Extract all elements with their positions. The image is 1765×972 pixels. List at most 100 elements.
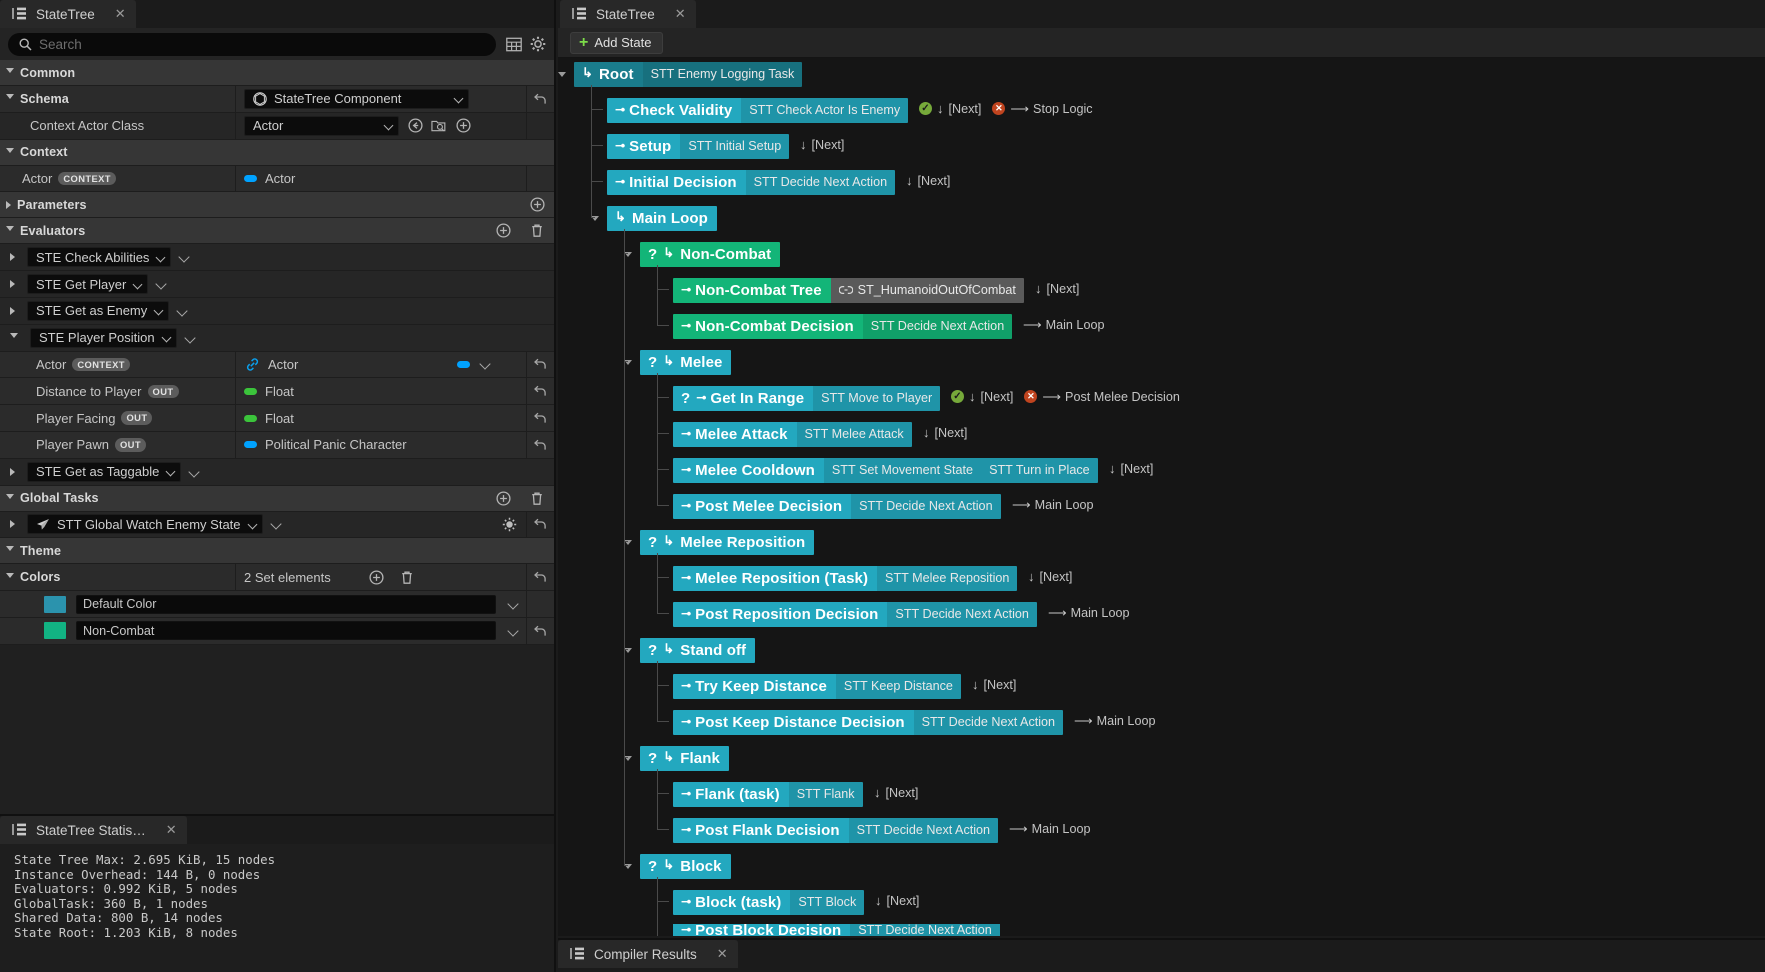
state-tree-canvas[interactable]: ↳ Root STT Enemy Logging Task −• Check Valid… — [558, 58, 1765, 936]
add-evaluator-button[interactable] — [486, 218, 520, 243]
state-node[interactable]: −• Post Keep Distance Decision STT Decide … — [673, 709, 1064, 735]
state-node[interactable]: ? ↳ Flank — [640, 745, 729, 771]
evaluator-row-0[interactable]: STE Check Abilities — [0, 244, 554, 272]
state-node-row[interactable]: ? ↳ Melee Reposition — [558, 528, 1765, 556]
color-swatch[interactable] — [44, 595, 66, 613]
tab-statetree-details[interactable]: StateTree ✕ — [0, 0, 136, 28]
close-icon[interactable]: ✕ — [675, 6, 686, 22]
state-node-row[interactable]: −• Melee Attack STT Melee Attack ↓ [Next] — [558, 420, 1765, 448]
expander-icon[interactable] — [624, 357, 636, 369]
state-node-row[interactable]: ↳ Main Loop — [558, 204, 1765, 232]
chevron-right-icon[interactable] — [10, 520, 15, 529]
transition-item[interactable]: ↓ [Next] — [874, 785, 918, 800]
link-binding-icon[interactable] — [244, 356, 260, 372]
close-icon[interactable]: ✕ — [717, 946, 728, 962]
expander-icon[interactable] — [558, 69, 570, 81]
reset-schema-button[interactable] — [526, 86, 554, 112]
evaluator-options-chevron-icon[interactable] — [175, 304, 189, 318]
transition-item[interactable]: ✓ ↓ [Next] — [951, 389, 1013, 404]
chevron-right-icon[interactable] — [10, 467, 15, 476]
delete-evaluators-button[interactable] — [520, 218, 554, 243]
transition-item[interactable]: ↓ [Next] — [923, 425, 967, 440]
chevron-down-icon[interactable] — [506, 624, 520, 638]
state-node[interactable]: ? ↳ Block — [640, 853, 731, 879]
state-node[interactable]: ? −• Get In Range STT Move to Player — [673, 385, 941, 411]
evaluator-dropdown[interactable]: STE Get as Taggable — [27, 461, 182, 482]
browse-asset-icon[interactable] — [431, 118, 447, 134]
chevron-down-icon[interactable] — [6, 94, 14, 103]
table-view-icon[interactable] — [506, 37, 522, 52]
chevron-down-icon[interactable] — [6, 493, 14, 503]
state-node-row[interactable]: ? ↳ Stand off — [558, 636, 1765, 664]
chevron-down-icon[interactable] — [506, 597, 520, 611]
state-node-row[interactable]: ? ↳ Flank — [558, 744, 1765, 772]
chevron-down-icon[interactable] — [6, 147, 14, 157]
state-node-row[interactable]: −• Initial Decision STT Decide Next Action… — [558, 168, 1765, 196]
expander-icon[interactable] — [624, 537, 636, 549]
global-task-row-0[interactable]: STT Global Watch Enemy State — [0, 511, 554, 539]
color-name-input[interactable]: Default Color — [76, 594, 496, 614]
state-node[interactable]: −• Post Block Decision STT Decide Next Act… — [673, 924, 1000, 936]
expander-icon[interactable] — [624, 753, 636, 765]
category-common[interactable]: Common — [0, 60, 554, 86]
category-context[interactable]: Context — [0, 139, 554, 166]
context-actor-class-dropdown[interactable]: Actor — [244, 115, 399, 136]
chevron-down-icon[interactable] — [6, 572, 14, 582]
global-task-debug-icon[interactable] — [492, 512, 526, 538]
transition-item[interactable]: ↓ [Next] — [800, 137, 844, 152]
evaluator-options-chevron-icon[interactable] — [183, 331, 197, 345]
reset-property-button[interactable] — [526, 378, 554, 405]
expander-icon[interactable] — [624, 249, 636, 261]
chevron-down-icon[interactable] — [478, 357, 492, 371]
color-name-input[interactable]: Non-Combat — [76, 621, 496, 641]
state-node-row[interactable]: −• Post Block Decision STT Decide Next Act… — [558, 924, 1765, 936]
state-node[interactable]: −• Check Validity STT Check Actor Is Enemy — [607, 97, 909, 123]
transition-item[interactable]: ✕ ⟶ Post Melee Decision — [1024, 389, 1180, 405]
transition-item[interactable]: ⟶ Main Loop — [1009, 821, 1090, 837]
evaluator-options-chevron-icon[interactable] — [177, 250, 191, 264]
state-node[interactable]: −• Post Melee Decision STT Decide Next Act… — [673, 493, 1001, 519]
state-node[interactable]: ? ↳ Melee Reposition — [640, 529, 815, 555]
search-input[interactable]: Search — [8, 32, 496, 56]
transition-item[interactable]: ↓ [Next] — [1035, 281, 1079, 296]
category-parameters[interactable]: Parameters — [0, 192, 554, 219]
reset-global-task-button[interactable] — [526, 511, 554, 538]
category-evaluators[interactable]: Evaluators — [0, 218, 554, 245]
state-node[interactable]: ? ↳ Stand off — [640, 637, 756, 663]
state-node-row[interactable]: ? ↳ Non-Combat — [558, 240, 1765, 268]
reset-property-button[interactable] — [526, 405, 554, 431]
transition-item[interactable]: ⟶ Main Loop — [1023, 317, 1104, 333]
state-node[interactable]: −• Non-Combat Tree ST_HumanoidOutOfCombat — [673, 277, 1024, 303]
global-task-options-chevron-icon[interactable] — [269, 517, 283, 531]
delete-elements-icon[interactable] — [399, 569, 415, 585]
expander-icon[interactable] — [624, 645, 636, 657]
state-node-row[interactable]: −• Melee Cooldown STT Set Movement State ST… — [558, 456, 1765, 484]
state-node-row[interactable]: −• Post Melee Decision STT Decide Next Act… — [558, 492, 1765, 520]
chevron-down-icon[interactable] — [6, 68, 14, 77]
state-node-row[interactable]: −• Block (task) STT Block ↓ [Next] — [558, 888, 1765, 916]
state-node-row[interactable]: ? ↳ Block — [558, 852, 1765, 880]
transition-item[interactable]: ⟶ Main Loop — [1012, 497, 1093, 513]
reset-property-button[interactable] — [526, 431, 554, 458]
state-node[interactable]: −• Block (task) STT Block — [673, 889, 865, 915]
evaluator-row-3[interactable]: STE Player Position — [0, 324, 554, 352]
transition-item[interactable]: ↓ [Next] — [906, 173, 950, 188]
tab-statetree-graph[interactable]: StateTree ✕ — [560, 0, 696, 28]
evaluator-row-4[interactable]: STE Get as Taggable — [0, 458, 554, 486]
state-node[interactable]: −• Melee Attack STT Melee Attack — [673, 421, 912, 447]
state-node-row[interactable]: ↳ Root STT Enemy Logging Task — [558, 60, 1765, 88]
state-node-row[interactable]: −• Setup STT Initial Setup ↓ [Next] — [558, 132, 1765, 160]
chevron-right-icon[interactable] — [10, 280, 15, 289]
transition-item[interactable]: ↓ [Next] — [1109, 461, 1153, 476]
settings-gear-icon[interactable] — [530, 36, 546, 52]
add-state-button[interactable]: + Add State — [570, 31, 664, 54]
state-node[interactable]: −• Flank (task) STT Flank — [673, 781, 863, 807]
evaluator-dropdown[interactable]: STE Get Player — [27, 274, 149, 295]
add-new-icon[interactable] — [455, 118, 471, 134]
state-node[interactable]: −• Melee Cooldown STT Set Movement State ST… — [673, 457, 1098, 483]
schema-dropdown[interactable]: StateTree Component — [244, 88, 469, 109]
state-node[interactable]: −• Initial Decision STT Decide Next Action — [607, 169, 896, 195]
evaluator-dropdown[interactable]: STE Check Abilities — [27, 247, 172, 268]
transition-item[interactable]: ✓ ↓ [Next] — [919, 101, 981, 116]
transition-item[interactable]: ⟶ Main Loop — [1048, 605, 1129, 621]
